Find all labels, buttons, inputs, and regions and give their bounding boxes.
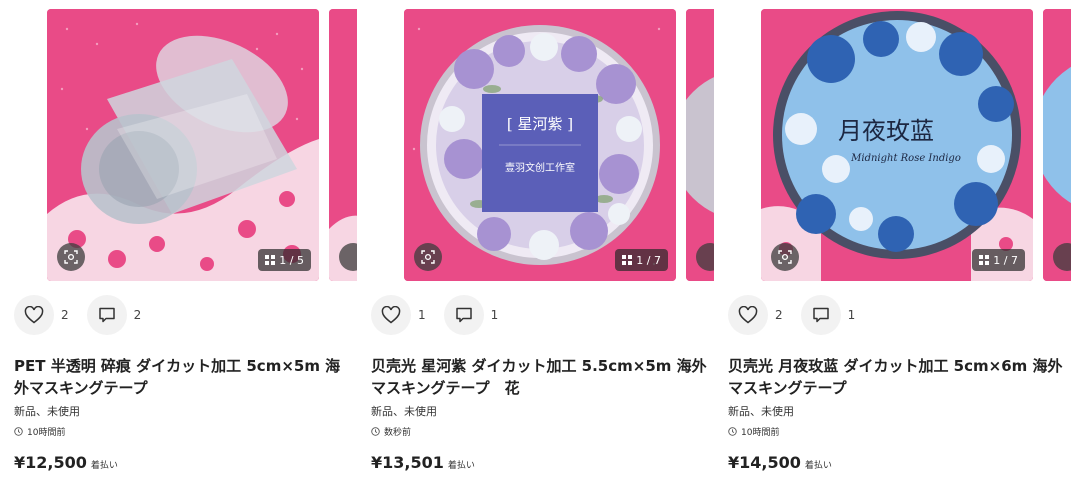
clock-icon xyxy=(14,427,23,436)
price-row: ¥13,501 着払い xyxy=(371,453,475,472)
comment-icon xyxy=(812,307,829,323)
product-image[interactable]: 月夜玫蓝 Midnight Rose Indigo 1 / 7 xyxy=(761,9,1033,281)
tape-label: [ 星河紫 ] xyxy=(507,115,573,133)
price: ¥12,500 xyxy=(14,453,87,472)
comment-icon xyxy=(455,307,472,323)
tape-label: 月夜玫蓝 xyxy=(838,117,934,145)
product-card[interactable]: 1 / 5 2 2 PET 半透明 碎痕 ダイカット加工 5cm×5m 海外マス… xyxy=(0,0,357,486)
next-image-preview[interactable] xyxy=(686,9,714,281)
social-actions: 2 2 xyxy=(14,295,159,335)
like-count: 2 xyxy=(775,308,783,322)
image-count: 1 / 7 xyxy=(993,253,1018,267)
image-carousel[interactable]: 1 / 5 xyxy=(47,9,357,281)
like-button[interactable] xyxy=(728,295,768,335)
product-condition: 新品、未使用 xyxy=(371,405,437,418)
product-image[interactable]: 1 / 5 xyxy=(47,9,319,281)
shipping-label: 着払い xyxy=(90,461,118,471)
listing-time-text: 10時間前 xyxy=(27,428,66,438)
tape-sub-label: Midnight Rose Indigo xyxy=(850,153,961,164)
image-count-badge: 1 / 7 xyxy=(615,249,668,271)
comment-count: 1 xyxy=(847,308,856,322)
grid-icon xyxy=(979,255,990,265)
listing-time: 数秒前 xyxy=(371,425,411,438)
image-count: 1 / 5 xyxy=(279,253,304,267)
clock-icon xyxy=(371,427,380,436)
product-card[interactable]: [ 星河紫 ] 壹羽文创工作室 1 / 7 1 1 贝壳光 星河紫 ダイカット加… xyxy=(357,0,714,486)
grid-icon xyxy=(265,255,276,265)
image-count: 1 / 7 xyxy=(636,253,661,267)
price: ¥14,500 xyxy=(728,453,801,472)
image-carousel[interactable]: 月夜玫蓝 Midnight Rose Indigo 1 / 7 xyxy=(761,9,1071,281)
next-image-preview[interactable] xyxy=(329,9,357,281)
heart-icon xyxy=(738,306,758,324)
like-button[interactable] xyxy=(14,295,54,335)
comment-button[interactable] xyxy=(800,295,841,335)
comment-count: 2 xyxy=(133,308,142,322)
shipping-label: 着払い xyxy=(447,461,475,471)
grid-icon xyxy=(622,255,633,265)
listing-time-text: 10時間前 xyxy=(741,428,780,438)
tape-sub-label: 壹羽文创工作室 xyxy=(505,161,575,174)
image-count-badge: 1 / 5 xyxy=(258,249,311,271)
price-row: ¥14,500 着払い xyxy=(728,453,832,472)
shipping-label: 着払い xyxy=(804,461,832,471)
comment-button[interactable] xyxy=(86,295,127,335)
blue-tape-photo: 月夜玫蓝 Midnight Rose Indigo xyxy=(761,9,1033,281)
image-count-badge: 1 / 7 xyxy=(972,249,1025,271)
listing-time: 10時間前 xyxy=(728,425,779,438)
product-condition: 新品、未使用 xyxy=(14,405,80,418)
lens-search-icon[interactable] xyxy=(57,243,85,271)
social-actions: 2 1 xyxy=(728,295,873,335)
product-image[interactable]: [ 星河紫 ] 壹羽文创工作室 1 / 7 xyxy=(404,9,676,281)
image-carousel[interactable]: [ 星河紫 ] 壹羽文创工作室 1 / 7 xyxy=(404,9,714,281)
heart-icon xyxy=(381,306,401,324)
like-count: 2 xyxy=(61,308,69,322)
comment-count: 1 xyxy=(490,308,499,322)
heart-icon xyxy=(24,306,44,324)
clear-tape-photo xyxy=(47,9,319,281)
clock-icon xyxy=(728,427,737,436)
like-count: 1 xyxy=(418,308,426,322)
comment-button[interactable] xyxy=(443,295,484,335)
product-title[interactable]: PET 半透明 碎痕 ダイカット加工 5cm×5m 海外マスキングテープ xyxy=(14,355,350,399)
next-image-preview[interactable] xyxy=(1043,9,1071,281)
lens-search-icon[interactable] xyxy=(771,243,799,271)
listing-time-text: 数秒前 xyxy=(384,428,412,438)
lens-search-icon[interactable] xyxy=(414,243,442,271)
violet-tape-photo: [ 星河紫 ] 壹羽文创工作室 xyxy=(404,9,676,281)
price: ¥13,501 xyxy=(371,453,444,472)
product-title[interactable]: 贝壳光 月夜玫蓝 ダイカット加工 5cm×6m 海外マスキングテープ xyxy=(728,355,1064,399)
comment-icon xyxy=(98,307,115,323)
price-row: ¥12,500 着払い xyxy=(14,453,118,472)
like-button[interactable] xyxy=(371,295,411,335)
product-card[interactable]: 月夜玫蓝 Midnight Rose Indigo 1 / 7 2 1 贝壳光 … xyxy=(714,0,1071,486)
product-condition: 新品、未使用 xyxy=(728,405,794,418)
social-actions: 1 1 xyxy=(371,295,516,335)
listing-time: 10時間前 xyxy=(14,425,65,438)
product-title[interactable]: 贝壳光 星河紫 ダイカット加工 5.5cm×5m 海外マスキングテープ 花 xyxy=(371,355,707,399)
